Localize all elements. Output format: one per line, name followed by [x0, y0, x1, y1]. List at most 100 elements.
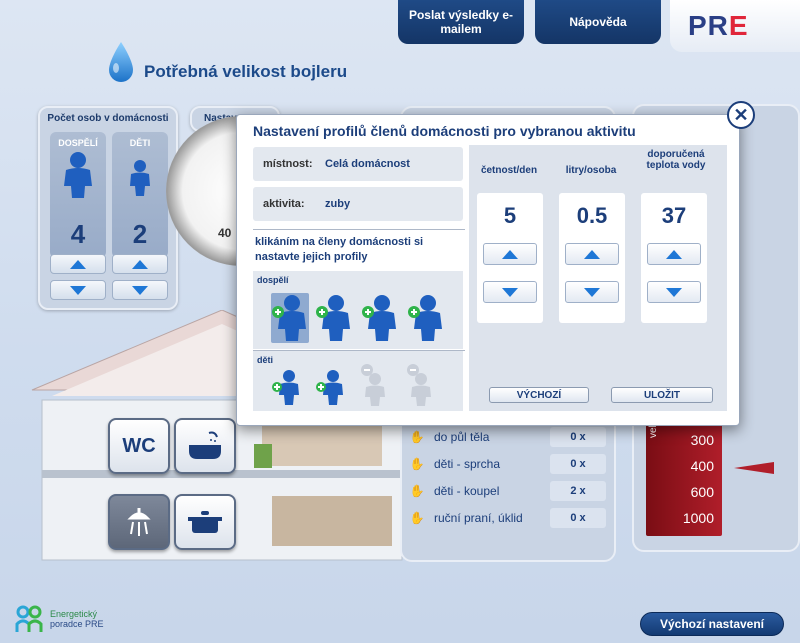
- child-person-icon: [130, 160, 150, 196]
- activity-settings-area: četnost/den litry/osoba doporučená teplo…: [469, 145, 727, 411]
- activity-count: 2 x: [550, 481, 606, 501]
- activity-key: aktivita:: [263, 198, 305, 210]
- reset-defaults-button[interactable]: Výchozí nastavení: [640, 612, 784, 636]
- arrow-down-icon: [584, 287, 600, 297]
- children-down-button[interactable]: [112, 280, 168, 300]
- arrow-up-icon: [132, 259, 148, 269]
- list-item[interactable]: ✋ do půl těla 0 x: [408, 426, 606, 448]
- liters-up-button[interactable]: [565, 243, 619, 265]
- adults-up-button[interactable]: [50, 254, 106, 274]
- list-item[interactable]: ✋ děti - sprcha 0 x: [408, 453, 606, 475]
- arrow-down-icon: [666, 287, 682, 297]
- liters-header: litry/osoba: [565, 165, 617, 176]
- instruction-text: klikáním na členy domácnosti si nastavte…: [255, 236, 424, 263]
- activity-count: 0 x: [550, 508, 606, 528]
- hand-icon: ✋: [409, 511, 425, 525]
- temperature-value: 37: [661, 203, 687, 228]
- room-key: místnost:: [263, 158, 313, 170]
- household-title: Počet osob v domácnosti: [47, 113, 169, 124]
- activity-count: 0 x: [550, 454, 606, 474]
- bathtub-icon: [189, 431, 221, 459]
- activity-name: do půl těla: [434, 430, 490, 444]
- adult-person-icon: [64, 152, 92, 198]
- frequency-up-button[interactable]: [483, 243, 537, 265]
- list-item[interactable]: ✋ děti - koupel 2 x: [408, 480, 606, 502]
- temperature-header: doporučená teplota vody: [646, 149, 706, 171]
- child-profile-1[interactable]: [271, 367, 309, 407]
- hand-icon: ✋: [409, 430, 425, 444]
- help-button[interactable]: Nápověda: [535, 0, 661, 44]
- household-panel: Počet osob v domácnosti DOSPĚLÍ 4 DĚTI 2: [38, 106, 178, 310]
- frequency-down-button[interactable]: [483, 281, 537, 303]
- send-results-email-button[interactable]: Poslat výsledky e-mailem: [398, 0, 524, 44]
- child-profile-2[interactable]: [315, 367, 353, 407]
- close-icon: ✕: [733, 104, 749, 125]
- logo-line1: Energetický: [50, 609, 98, 619]
- adults-count: 4: [70, 219, 86, 249]
- activity-name: ruční praní, úklid: [434, 511, 523, 525]
- logo-line2: poradce PRE: [50, 619, 104, 629]
- adult-plus-icon: [316, 295, 350, 341]
- energy-advisor-logo: Energetický poradce PRE: [14, 604, 104, 634]
- child-profile-3-inactive[interactable]: [359, 363, 397, 407]
- shower-room-button[interactable]: [108, 494, 170, 550]
- cooking-pot-icon: [188, 511, 222, 533]
- page-heading: Potřebná velikost bojleru: [106, 40, 347, 84]
- water-drop-icon: [109, 42, 133, 82]
- liters-down-button[interactable]: [565, 281, 619, 303]
- frequency-value: 5: [503, 203, 517, 228]
- people-logo-icon: [15, 605, 43, 632]
- arrow-down-icon: [502, 287, 518, 297]
- boiler-tick: 400: [690, 458, 714, 474]
- activity-field: aktivita: zuby: [253, 187, 463, 221]
- close-button[interactable]: ✕: [727, 101, 755, 129]
- default-button[interactable]: VÝCHOZÍ: [489, 387, 589, 403]
- adult-plus-icon: [272, 295, 306, 341]
- hand-icon: ✋: [409, 457, 425, 471]
- adults-down-button[interactable]: [50, 280, 106, 300]
- frequency-box: 5: [477, 193, 543, 323]
- bathroom-room-button[interactable]: [174, 418, 236, 474]
- adult-profile-3[interactable]: [361, 293, 399, 343]
- liters-value: 0.5: [576, 203, 608, 228]
- adult-plus-icon: [362, 295, 396, 341]
- pre-logo: PR E: [670, 0, 800, 52]
- dialog-title: Nastavení profilů členů domácnosti pro v…: [253, 123, 636, 139]
- hand-icon: ✋: [409, 484, 425, 498]
- adult-profile-2[interactable]: [315, 293, 353, 343]
- children-up-button[interactable]: [112, 254, 168, 274]
- arrow-down-icon: [132, 285, 148, 295]
- list-item[interactable]: ✋ ruční praní, úklid 0 x: [408, 507, 606, 529]
- brand-part1: PR: [688, 10, 729, 41]
- children-label: DĚTI: [129, 138, 151, 148]
- arrow-up-icon: [70, 259, 86, 269]
- temperature-down-button[interactable]: [647, 281, 701, 303]
- activity-name: děti - koupel: [434, 484, 500, 498]
- boiler-tick: 600: [690, 484, 714, 500]
- adults-group-label: dospělí: [257, 275, 289, 285]
- temperature-box: 37: [641, 193, 707, 323]
- adults-column: DOSPĚLÍ 4: [50, 132, 106, 258]
- kitchen-room-button[interactable]: [174, 494, 236, 550]
- child-plus-icon: [316, 370, 343, 405]
- wc-room-button[interactable]: WC: [108, 418, 170, 474]
- boiler-tick: 300: [690, 432, 714, 448]
- divider: [253, 229, 465, 230]
- boiler-size-pointer: [734, 462, 774, 474]
- room-value: Celá domácnost: [325, 158, 410, 170]
- room-field: místnost: Celá domácnost: [253, 147, 463, 181]
- frequency-header: četnost/den: [480, 165, 538, 176]
- adult-plus-icon: [408, 295, 442, 341]
- shower-icon: [127, 508, 151, 536]
- gauge-tick-40: 40: [218, 226, 232, 240]
- temperature-up-button[interactable]: [647, 243, 701, 265]
- arrow-up-icon: [584, 249, 600, 259]
- save-button[interactable]: ULOŽIT: [611, 387, 713, 403]
- children-column: DĚTI 2: [112, 132, 168, 258]
- profile-settings-dialog: Nastavení profilů členů domácnosti pro v…: [236, 101, 755, 426]
- arrow-up-icon: [666, 249, 682, 259]
- child-minus-icon: [361, 364, 385, 406]
- adult-profile-4[interactable]: [407, 293, 445, 343]
- child-profile-4-inactive[interactable]: [405, 363, 443, 407]
- adult-profile-1[interactable]: [271, 293, 309, 343]
